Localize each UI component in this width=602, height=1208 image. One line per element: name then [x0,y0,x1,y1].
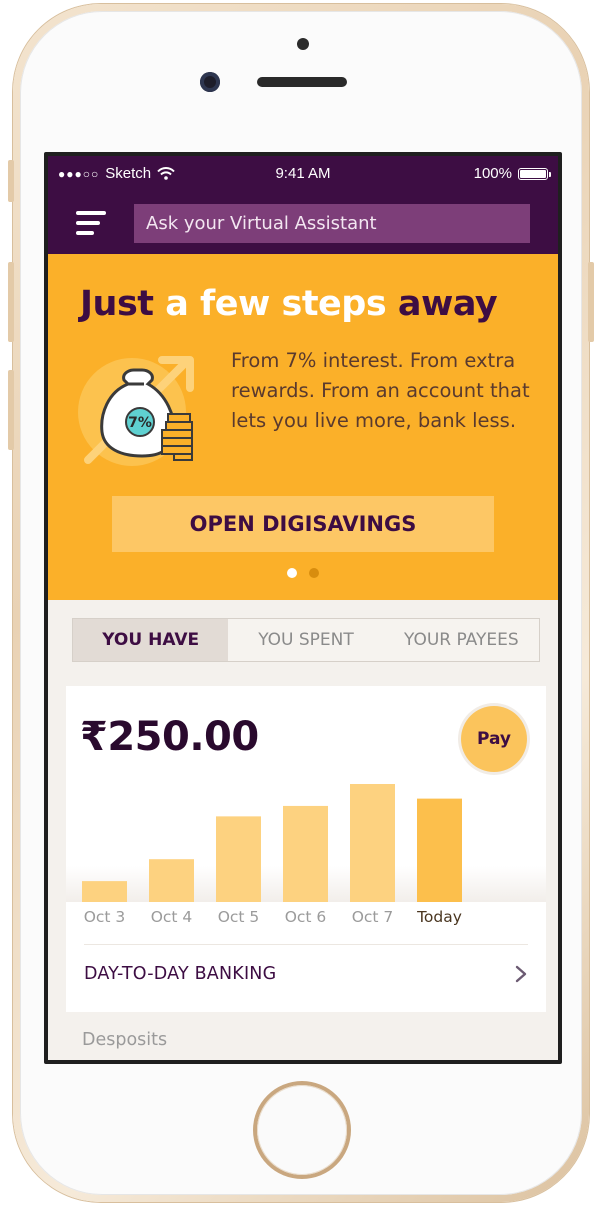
tab-you-have[interactable]: YOU HAVE [73,619,229,661]
tab-your-payees[interactable]: YOUR PAYEES [384,619,539,661]
promo-banner: Just a few steps away 7% From 7% interes… [48,254,558,600]
mute-switch [8,160,14,202]
pager-dot-2[interactable] [309,568,319,578]
power-button [588,262,594,342]
proximity-sensor [297,38,309,50]
promo-title-end: away [397,284,498,324]
promo-title: Just a few steps away [80,284,498,324]
chevron-right-icon[interactable] [513,964,529,984]
promo-title-highlight: a few steps [165,284,387,324]
open-digisavings-button[interactable]: OPEN DIGISAVINGS [112,496,494,552]
earpiece-speaker [257,77,347,87]
interest-badge: 7% [128,415,152,431]
chart-label-oct-6: Oct 6 [284,908,327,926]
chart-label-oct-7: Oct 7 [351,908,394,926]
chart-bar-oct-4 [149,859,194,902]
battery-percent: 100% [473,165,512,182]
segmented-tabs: YOU HAVE YOU SPENT YOUR PAYEES [72,618,540,662]
promo-title-start: Just [80,284,154,324]
money-bag-icon: 7% [78,356,194,466]
activity-bar-chart [82,784,462,902]
chart-label-oct-4: Oct 4 [150,908,193,926]
chart-bar-oct-5 [216,816,261,902]
home-button[interactable] [257,1085,347,1175]
pager-dot-1[interactable] [287,568,297,578]
tab-you-spent[interactable]: YOU SPENT [228,619,383,661]
chart-label-oct-5: Oct 5 [217,908,260,926]
promo-description: From 7% interest. From extra rewards. Fr… [231,349,530,432]
pay-button[interactable]: Pay [461,706,527,772]
chart-bar-today [417,798,462,902]
chart-label-today: Today [417,908,462,926]
screen: ●●●○○ Sketch 9:41 AM 100% Ask your Virtu… [44,152,562,1064]
chart-x-labels: Oct 3 Oct 4 Oct 5 Oct 6 Oct 7 Today [66,908,546,932]
chart-bar-oct-7 [350,784,395,902]
account-balance: ₹250.00 [80,714,259,760]
chart-bar-oct-3 [82,881,127,902]
nav-bar [48,194,558,254]
app-viewport: ●●●○○ Sketch 9:41 AM 100% Ask your Virtu… [48,156,558,1060]
chart-bar-oct-6 [283,805,328,902]
menu-icon[interactable] [76,211,106,237]
virtual-assistant-input[interactable] [134,204,530,243]
front-camera [200,72,220,92]
battery-icon [518,167,551,180]
chart-label-oct-3: Oct 3 [83,908,126,926]
day-to-day-banking-link[interactable]: DAY-TO-DAY BANKING [84,964,276,984]
account-card: ₹250.00 Pay Oct 3 Oct 4 Oct 5 Oct 6 Oct 7 Tod… [66,686,546,1012]
divider [84,944,528,945]
status-bar: ●●●○○ Sketch 9:41 AM 100% [48,156,558,194]
carousel-pager [48,568,558,578]
volume-down-button [8,370,14,450]
deposits-section-label: Desposits [82,1030,168,1050]
volume-up-button [8,262,14,342]
